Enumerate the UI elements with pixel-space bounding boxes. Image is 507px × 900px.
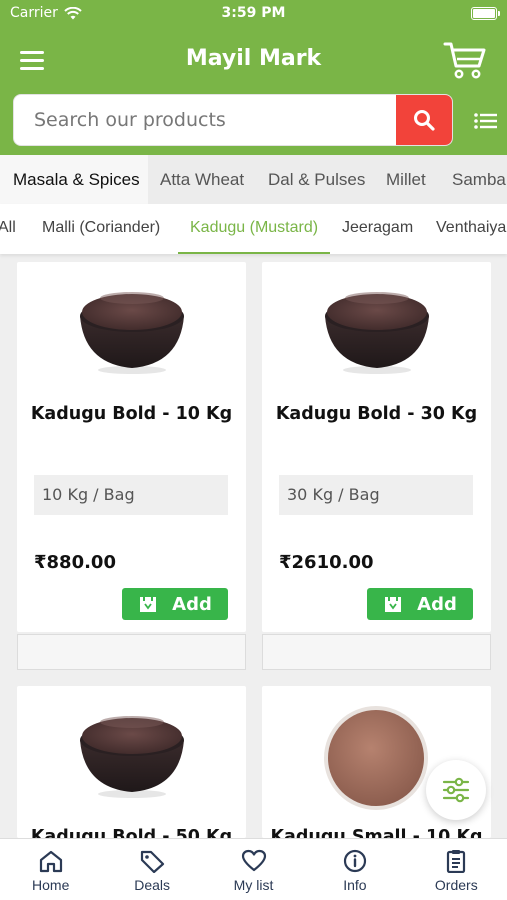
tab-samba[interactable]: Samba [452, 155, 506, 204]
home-icon [39, 850, 62, 873]
search-button[interactable] [396, 95, 452, 145]
product-card[interactable]: Kadugu Bold - 10 Kg 10 Kg / Bag ₹880.00 … [17, 262, 246, 632]
subtab-malli[interactable]: Malli (Coriander) [42, 204, 160, 254]
orders-icon [447, 850, 466, 873]
status-bar: Carrier 3:59 PM [0, 0, 507, 28]
mustard-seeds-image [79, 292, 184, 374]
mustard-seeds-image [324, 292, 429, 374]
nav-label-deals: Deals [134, 877, 170, 893]
tab-dal-pulses[interactable]: Dal & Pulses [268, 155, 365, 204]
search-input[interactable] [14, 95, 398, 145]
bottom-navigation: Home Deals My list Info Orders [0, 838, 507, 900]
search-icon [414, 110, 435, 131]
product-price: ₹880.00 [34, 552, 116, 573]
product-card[interactable]: Kadugu Bold - 30 Kg 30 Kg / Bag ₹2610.00… [262, 262, 491, 632]
bag-icon [385, 597, 402, 612]
mustard-seeds-image [79, 716, 184, 798]
search-bar [13, 94, 453, 146]
variant-selector[interactable]: 30 Kg / Bag [279, 475, 473, 515]
product-card[interactable]: Kadugu Bold - 50 Kg [17, 686, 246, 838]
card-footer [17, 634, 246, 670]
tab-masala-spices[interactable]: Masala & Spices [0, 155, 148, 204]
app-header: Mayil Mark [0, 28, 507, 155]
list-view-icon[interactable] [473, 108, 499, 134]
battery-icon [471, 7, 500, 20]
nav-label-home: Home [32, 877, 70, 893]
filter-button[interactable] [426, 760, 486, 820]
heart-icon [241, 849, 266, 872]
subcategory-tabs: All Malli (Coriander) Kadugu (Mustard) J… [0, 204, 507, 254]
add-to-cart-button[interactable]: Add [367, 588, 473, 620]
tag-icon [141, 850, 165, 873]
tab-millet[interactable]: Millet [386, 155, 426, 204]
status-time: 3:59 PM [221, 5, 286, 21]
nav-label-orders: Orders [434, 877, 478, 893]
product-name: Kadugu Bold - 30 Kg [275, 404, 478, 424]
product-name: Kadugu Bold - 50 Kg [30, 827, 233, 838]
nav-home[interactable]: Home [0, 839, 101, 900]
add-to-cart-button[interactable]: Add [122, 588, 228, 620]
nav-my-list[interactable]: My list [203, 839, 304, 900]
nav-info[interactable]: Info [304, 839, 405, 900]
add-label: Add [417, 593, 457, 615]
mustard-powder-image [324, 706, 428, 810]
subtab-kadugu[interactable]: Kadugu (Mustard) [178, 204, 331, 254]
category-tabs: Masala & Spices Atta Wheat Dal & Pulses … [0, 155, 507, 204]
nav-deals[interactable]: Deals [101, 839, 202, 900]
product-name: Kadugu Bold - 10 Kg [30, 404, 233, 424]
app-title: Mayil Mark [185, 46, 322, 71]
add-label: Add [172, 593, 212, 615]
nav-label-my-list: My list [233, 877, 274, 893]
nav-label-info: Info [343, 877, 367, 893]
product-name: Kadugu Small - 10 Kg [270, 827, 483, 838]
subtab-jeeragam[interactable]: Jeeragam [342, 204, 413, 254]
nav-orders[interactable]: Orders [406, 839, 507, 900]
tab-atta-wheat[interactable]: Atta Wheat [160, 155, 244, 204]
subtab-venthaiyam[interactable]: Venthaiyam [436, 204, 507, 254]
variant-selector[interactable]: 10 Kg / Bag [34, 475, 228, 515]
card-footer [262, 634, 491, 670]
cart-icon[interactable] [443, 40, 487, 80]
subtab-all[interactable]: All [0, 204, 16, 254]
sliders-icon [442, 777, 470, 803]
info-icon [343, 849, 367, 873]
bag-icon [140, 597, 157, 612]
product-price: ₹2610.00 [279, 552, 374, 573]
